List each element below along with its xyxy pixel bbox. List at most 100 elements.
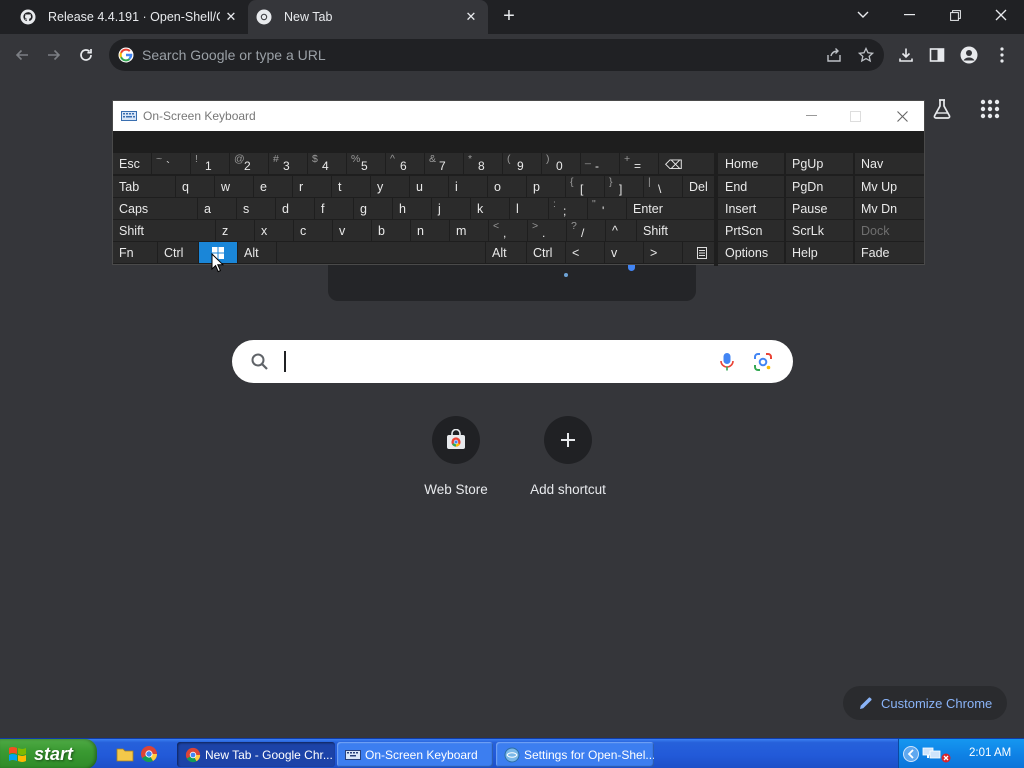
labs-flask-icon[interactable] — [930, 97, 954, 121]
key-w[interactable]: w — [215, 176, 253, 197]
key-v[interactable]: v — [333, 220, 371, 241]
google-lens-icon[interactable] — [753, 352, 773, 372]
shortcut-web-store[interactable]: Web Store — [400, 416, 512, 506]
key-tab[interactable]: Tab — [113, 176, 175, 197]
key-symbol[interactable]: ⌫ — [659, 153, 719, 174]
key-pgup[interactable]: PgUp — [786, 153, 853, 174]
key-ctrl[interactable]: Ctrl — [527, 242, 565, 263]
share-icon[interactable] — [823, 44, 845, 66]
on-screen-keyboard-window[interactable]: On-Screen Keyboard Esc ~ `! 1 @2 #3 $4% 5 ^ 6 & 7 * 8… — [112, 100, 925, 266]
key-symbol[interactable]: _ - — [581, 153, 619, 174]
key-scrlk[interactable]: ScrLk — [786, 220, 853, 241]
key-k[interactable]: k — [471, 198, 509, 219]
new-tab-button[interactable]: + — [498, 6, 520, 28]
key-pgdn[interactable]: PgDn — [786, 176, 853, 197]
tab-search-chevron-icon[interactable] — [840, 0, 886, 30]
shortcut-add[interactable]: Add shortcut — [512, 416, 624, 506]
chrome-quicklaunch-icon[interactable] — [140, 745, 158, 763]
restore-icon[interactable] — [932, 0, 978, 30]
key-symbol[interactable]: >. — [528, 220, 566, 241]
forward-icon[interactable] — [41, 42, 67, 68]
key-o[interactable]: o — [488, 176, 526, 197]
ntp-search-input[interactable] — [284, 350, 704, 374]
key-l[interactable]: l — [510, 198, 548, 219]
key-mv-up[interactable]: Mv Up — [855, 176, 924, 197]
key-s[interactable]: s — [237, 198, 275, 219]
omnibox-input[interactable] — [142, 45, 742, 65]
back-icon[interactable] — [9, 42, 35, 68]
profile-avatar-icon[interactable] — [958, 44, 980, 66]
bookmark-star-icon[interactable] — [855, 44, 877, 66]
key-6[interactable]: ^ 6 — [386, 153, 424, 174]
key-mv-dn[interactable]: Mv Dn — [855, 198, 924, 219]
key-x[interactable]: x — [255, 220, 293, 241]
key-insert[interactable]: Insert — [719, 198, 784, 219]
key-home[interactable]: Home — [719, 153, 784, 174]
key-v[interactable]: v — [605, 242, 643, 263]
ntp-search-box[interactable] — [232, 340, 793, 383]
key-symbol[interactable]: ? / — [567, 220, 605, 241]
key-fn[interactable]: Fn — [113, 242, 157, 263]
download-icon[interactable] — [895, 44, 917, 66]
key-t[interactable]: t — [332, 176, 370, 197]
network-icon[interactable] — [922, 746, 942, 762]
key-nav[interactable]: Nav — [855, 153, 924, 174]
key-options[interactable]: Options — [719, 242, 784, 263]
key-symbol[interactable]: ~ ` — [152, 153, 190, 174]
tab-new-tab[interactable]: New Tab ✕ — [248, 0, 488, 34]
key-symbol[interactable]: ^ — [606, 220, 636, 241]
key-fade[interactable]: Fade — [855, 242, 924, 263]
key-j[interactable]: j — [432, 198, 470, 219]
key-7[interactable]: & 7 — [425, 153, 463, 174]
key-b[interactable]: b — [372, 220, 410, 241]
tab-close-icon[interactable]: ✕ — [222, 8, 240, 26]
key-r[interactable]: r — [293, 176, 331, 197]
side-panel-icon[interactable] — [926, 44, 948, 66]
key-symbol[interactable]: > — [644, 242, 682, 263]
key-alt[interactable]: Alt — [238, 242, 276, 263]
key-symbol[interactable]: + = — [620, 153, 658, 174]
voice-search-mic-icon[interactable] — [720, 352, 734, 372]
key-q[interactable]: q — [176, 176, 214, 197]
reload-icon[interactable] — [73, 42, 99, 68]
key-i[interactable]: i — [449, 176, 487, 197]
key-c[interactable]: c — [294, 220, 332, 241]
key-symbol[interactable]: < — [566, 242, 604, 263]
key-1[interactable]: ! 1 — [191, 153, 229, 174]
key-prtscn[interactable]: PrtScn — [719, 220, 784, 241]
key-z[interactable]: z — [216, 220, 254, 241]
key-m[interactable]: m — [450, 220, 488, 241]
window-close-icon[interactable] — [978, 0, 1024, 30]
taskbar-button-chrome[interactable]: New Tab - Google Chr... — [177, 742, 335, 767]
tab-close-icon[interactable]: ✕ — [462, 8, 480, 26]
key-9[interactable]: (9 — [503, 153, 541, 174]
key-esc[interactable]: Esc — [113, 153, 151, 174]
key-u[interactable]: u — [410, 176, 448, 197]
key-p[interactable]: p — [527, 176, 565, 197]
key-caps[interactable]: Caps — [113, 198, 197, 219]
key-shift[interactable]: Shift — [113, 220, 215, 241]
osk-close-icon[interactable] — [882, 105, 922, 127]
taskbar-button-open-shell-settings[interactable]: Settings for Open-Shel... — [496, 742, 654, 767]
osk-titlebar[interactable]: On-Screen Keyboard — [113, 101, 924, 131]
key-symbol[interactable]: :; — [549, 198, 587, 219]
key-shift[interactable]: Shift — [637, 220, 719, 241]
key-symbol[interactable]: " ' — [588, 198, 626, 219]
key-y[interactable]: y — [371, 176, 409, 197]
key-2[interactable]: @2 — [230, 153, 268, 174]
key-help[interactable]: Help — [786, 242, 853, 263]
key-f[interactable]: f — [315, 198, 353, 219]
key-8[interactable]: * 8 — [464, 153, 502, 174]
key-3[interactable]: #3 — [269, 153, 307, 174]
key-dock[interactable]: Dock — [855, 220, 924, 241]
file-explorer-icon[interactable] — [116, 745, 134, 763]
key-pause[interactable]: Pause — [786, 198, 853, 219]
key-symbol[interactable]: | \ — [644, 176, 682, 197]
key-alt[interactable]: Alt — [486, 242, 526, 263]
key-ctrl[interactable]: Ctrl — [158, 242, 198, 263]
osk-maximize-icon[interactable] — [835, 105, 875, 127]
key-symbol[interactable]: <, — [489, 220, 527, 241]
key-d[interactable]: d — [276, 198, 314, 219]
osk-minimize-icon[interactable] — [791, 105, 831, 127]
minimize-icon[interactable] — [886, 0, 932, 30]
